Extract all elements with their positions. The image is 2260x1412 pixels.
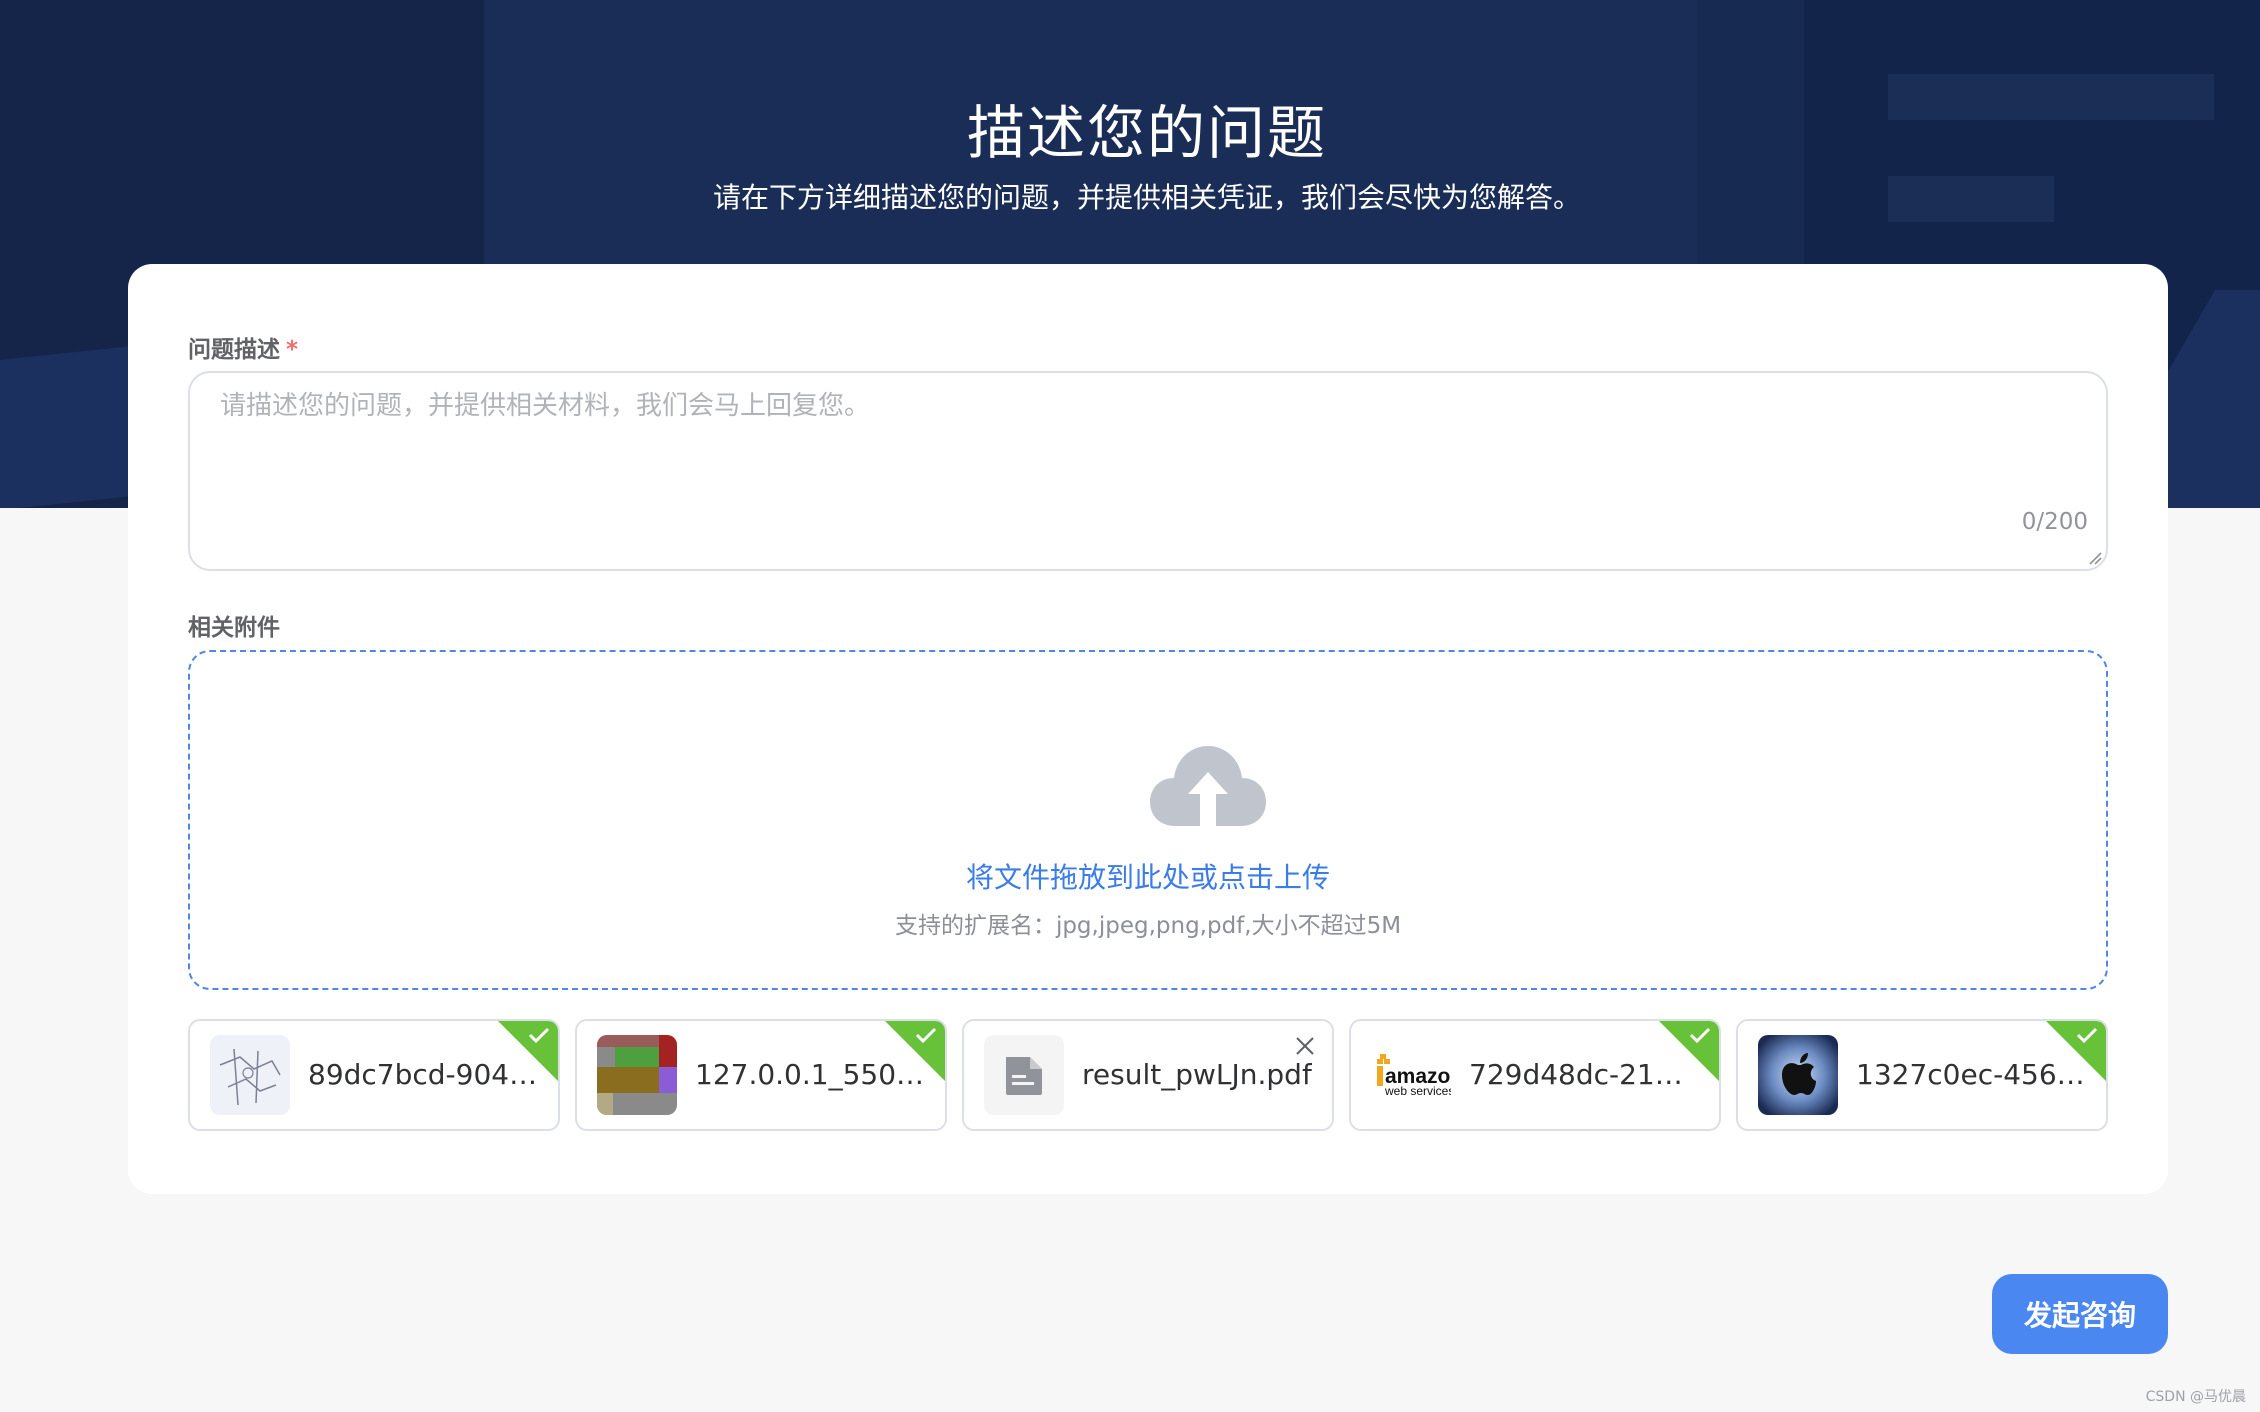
char-counter: 0/200 xyxy=(2021,509,2088,535)
amazon-logo-icon: amazon web services xyxy=(1371,1035,1451,1115)
upload-text[interactable]: 将文件拖放到此处或点击上传 xyxy=(190,856,2106,896)
sketch-image-icon xyxy=(210,1035,290,1115)
cloud-upload-icon xyxy=(1150,746,1266,826)
file-item[interactable]: 127.0.0.1_5500… xyxy=(575,1019,947,1131)
close-icon[interactable] xyxy=(1292,1033,1318,1059)
file-thumbnail xyxy=(1758,1035,1838,1115)
description-label: 问题描述 * xyxy=(188,330,298,364)
file-list: 89dc7bcd-9048… 127.0.0.1_5500… result_pw… xyxy=(188,1019,2108,1131)
file-thumbnail xyxy=(597,1035,677,1115)
submit-consultation-button[interactable]: 发起咨询 xyxy=(1992,1274,2168,1354)
resize-handle-icon[interactable] xyxy=(2088,551,2102,565)
page-title: 描述您的问题 xyxy=(966,99,1327,167)
color-blocks-image-icon xyxy=(597,1035,677,1115)
page-subtitle: 请在下方详细描述您的问题，并提供相关凭证，我们会尽快为您解答。 xyxy=(712,181,1581,214)
description-textarea[interactable] xyxy=(190,373,2106,569)
file-item[interactable]: amazon web services 729d48dc-218c… xyxy=(1349,1019,1721,1131)
file-name: result_pwLJn.pdf xyxy=(1082,1058,1312,1091)
file-thumbnail xyxy=(210,1035,290,1115)
success-check-icon xyxy=(2046,1021,2106,1081)
required-mark: * xyxy=(286,337,299,363)
description-label-text: 问题描述 xyxy=(188,337,280,363)
description-field[interactable]: 0/200 xyxy=(188,371,2108,571)
file-thumbnail xyxy=(984,1035,1064,1115)
success-check-icon xyxy=(498,1021,558,1081)
success-check-icon xyxy=(1659,1021,1719,1081)
file-item[interactable]: 1327c0ec-456a… xyxy=(1736,1019,2108,1131)
success-check-icon xyxy=(885,1021,945,1081)
apple-logo-image-icon xyxy=(1758,1035,1838,1115)
upload-dropzone[interactable]: 将文件拖放到此处或点击上传 支持的扩展名：jpg,jpeg,png,pdf,大小… xyxy=(188,650,2108,990)
amazon-logo-subtext: web services xyxy=(1384,1084,1451,1098)
upload-tip: 支持的扩展名：jpg,jpeg,png,pdf,大小不超过5M xyxy=(894,913,1402,939)
file-thumbnail: amazon web services xyxy=(1371,1035,1451,1115)
document-icon xyxy=(984,1035,1064,1115)
watermark: CSDN @马优晨 xyxy=(2145,1389,2246,1405)
form-card: 问题描述* 0/200 相关附件 将文件拖放到此处或点击上传 支持的扩展名：jp… xyxy=(128,264,2168,1194)
file-item[interactable]: 89dc7bcd-9048… xyxy=(188,1019,560,1131)
attachments-label: 相关附件 xyxy=(188,615,280,641)
file-item[interactable]: result_pwLJn.pdf xyxy=(962,1019,1334,1131)
